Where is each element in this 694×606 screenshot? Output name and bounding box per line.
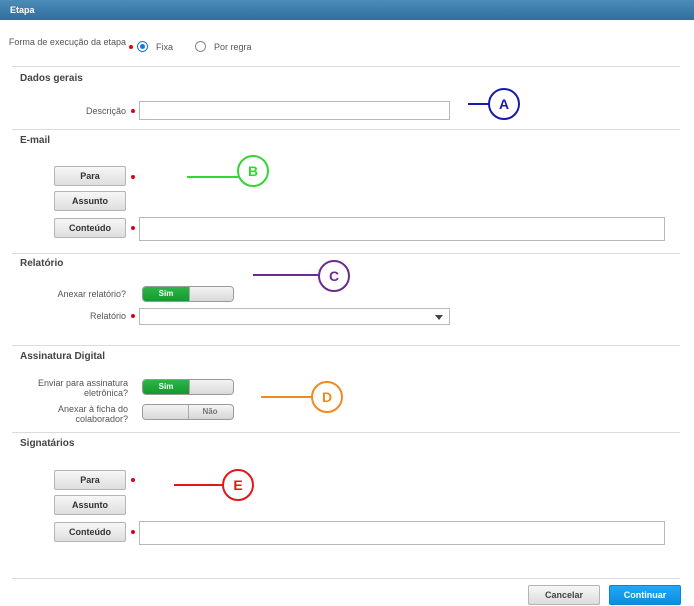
radio-por-regra[interactable] (195, 41, 206, 52)
divider (12, 66, 680, 67)
section-assinatura-digital: Assinatura Digital (20, 351, 106, 362)
toggle-on-label: Sim (143, 287, 189, 301)
signatarios-assunto-button[interactable]: Assunto (54, 495, 126, 515)
callout-d: D (311, 381, 343, 413)
callout-e: E (222, 469, 254, 501)
email-conteudo-input[interactable] (139, 217, 665, 241)
execucao-required-marker (129, 45, 133, 49)
divider (12, 129, 680, 130)
chevron-down-icon[interactable] (435, 315, 443, 320)
radio-fixa-label[interactable]: Fixa (156, 42, 173, 52)
anexar-relatorio-toggle[interactable]: Sim (142, 286, 234, 302)
callout-c: C (318, 260, 350, 292)
signatarios-para-required-marker (131, 478, 135, 482)
anexar-ficha-label: Anexar à ficha do colaborador? (57, 404, 128, 424)
enviar-assinatura-label: Enviar para assinatura eletrônica? (37, 378, 128, 398)
execucao-label: Forma de execução da etapa (8, 37, 126, 47)
footer-divider (12, 578, 680, 579)
section-email: E-mail (20, 135, 51, 146)
descricao-label: Descrição (85, 106, 126, 116)
anexar-ficha-toggle[interactable]: Não (142, 404, 234, 420)
window-title: Etapa (0, 0, 694, 20)
section-dados-gerais: Dados gerais (20, 73, 83, 84)
callout-c-line (253, 274, 320, 276)
relatorio-label: Relatório (89, 311, 126, 321)
signatarios-conteudo-input[interactable] (139, 521, 665, 545)
relatorio-select[interactable] (139, 308, 450, 325)
toggle-on-label: Sim (143, 380, 189, 394)
email-para-required-marker (131, 175, 135, 179)
callout-b: B (237, 155, 269, 187)
section-signatarios: Signatários (20, 438, 75, 449)
callout-e-line (174, 484, 224, 486)
toggle-knob (189, 380, 233, 394)
callout-a: A (488, 88, 520, 120)
email-para-button[interactable]: Para (54, 166, 126, 186)
relatorio-required-marker (131, 314, 135, 318)
descricao-required-marker (131, 109, 135, 113)
divider (12, 432, 680, 433)
toggle-knob (189, 287, 233, 301)
radio-fixa[interactable] (137, 41, 148, 52)
toggle-off-label: Não (202, 407, 218, 416)
callout-a-line (468, 103, 490, 105)
email-conteudo-required-marker (131, 226, 135, 230)
signatarios-conteudo-button[interactable]: Conteúdo (54, 522, 126, 542)
anexar-relatorio-label: Anexar relatório? (57, 289, 126, 299)
section-relatorio: Relatório (20, 258, 64, 269)
cancel-button[interactable]: Cancelar (528, 585, 600, 605)
signatarios-conteudo-required-marker (131, 530, 135, 534)
callout-d-line (261, 396, 313, 398)
radio-por-regra-label[interactable]: Por regra (214, 42, 252, 52)
toggle-knob (143, 405, 189, 419)
callout-b-line (187, 176, 239, 178)
divider (12, 345, 680, 346)
email-conteudo-button[interactable]: Conteúdo (54, 218, 126, 238)
divider (12, 253, 680, 254)
continue-button[interactable]: Continuar (609, 585, 681, 605)
signatarios-para-button[interactable]: Para (54, 470, 126, 490)
email-assunto-button[interactable]: Assunto (54, 191, 126, 211)
enviar-assinatura-toggle[interactable]: Sim (142, 379, 234, 395)
descricao-input[interactable] (139, 101, 450, 120)
